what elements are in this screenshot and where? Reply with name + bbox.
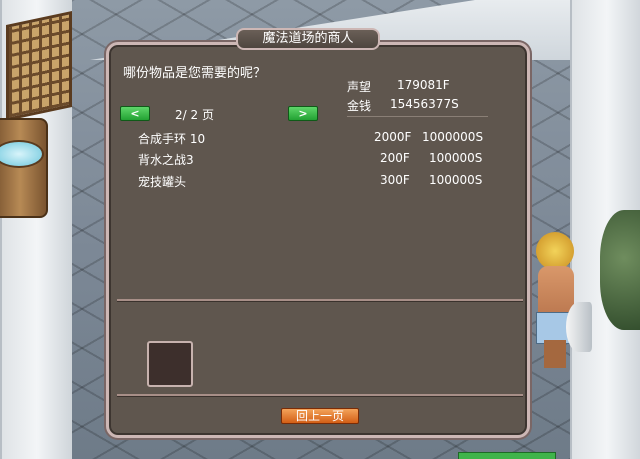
character-legs xyxy=(544,340,566,368)
item-price: 100000S xyxy=(429,151,483,165)
status-bar xyxy=(458,452,556,459)
back-button[interactable]: 回上一页 xyxy=(281,408,359,424)
item-price: 100000S xyxy=(429,173,483,187)
wooden-rack xyxy=(6,10,72,122)
item-reputation-cost: 2000F xyxy=(374,130,412,144)
money-value: 15456377S xyxy=(390,97,459,111)
wooden-barrel xyxy=(0,118,48,218)
item-name: 合成手环 10 xyxy=(138,132,206,146)
chevron-right-icon: > xyxy=(298,107,308,120)
bush xyxy=(600,210,640,330)
item-reputation-cost: 300F xyxy=(380,173,410,187)
list-item[interactable]: 背水之战3 200F 100000S xyxy=(120,151,490,169)
list-item[interactable]: 宠技罐头 300F 100000S xyxy=(120,173,490,191)
list-divider xyxy=(117,299,523,301)
chevron-left-icon: < xyxy=(130,107,140,120)
character-hair xyxy=(536,232,574,270)
dialog-question: 哪份物品是您需要的呢？ xyxy=(123,66,267,81)
prev-page-button[interactable]: < xyxy=(120,106,150,121)
player-character[interactable] xyxy=(530,232,592,372)
item-preview-box xyxy=(147,341,193,387)
item-name: 背水之战3 xyxy=(138,153,194,167)
item-reputation-cost: 200F xyxy=(380,151,410,165)
stats-underline xyxy=(347,116,488,117)
reputation-label: 声望 xyxy=(347,80,372,94)
dialog-title: 魔法道场的商人 xyxy=(236,28,380,50)
money-label: 金钱 xyxy=(347,99,372,113)
page-indicator: 2/ 2 页 xyxy=(175,108,214,122)
footer-divider xyxy=(117,394,523,396)
item-price: 1000000S xyxy=(422,130,484,144)
next-page-button[interactable]: > xyxy=(288,106,318,121)
list-item[interactable]: 合成手环 10 2000F 1000000S xyxy=(120,130,490,148)
axe-icon xyxy=(566,302,592,352)
reputation-value: 179081F xyxy=(397,78,450,92)
item-name: 宠技罐头 xyxy=(138,175,187,189)
